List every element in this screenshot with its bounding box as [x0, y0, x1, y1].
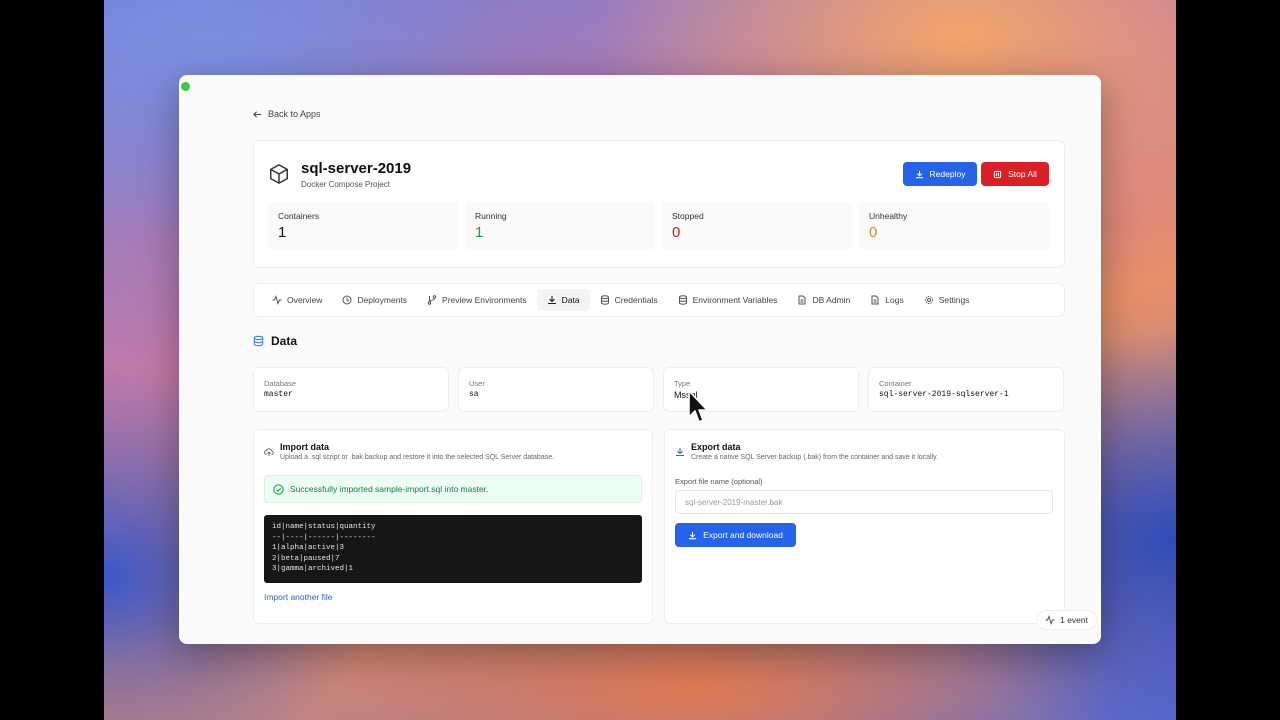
upload-cloud-icon: [264, 448, 274, 456]
database-icon: [600, 295, 609, 305]
project-header-card: sql-server-2019 Docker Compose Project R…: [253, 140, 1065, 268]
query-output: id|name|status|quantity --|----|------|-…: [264, 515, 642, 583]
stat-value: 0: [672, 224, 681, 241]
export-download-button[interactable]: Export and download: [675, 523, 796, 547]
check-circle-icon: [273, 483, 284, 495]
tab-label: Credentials: [614, 295, 658, 305]
info-value: master: [264, 390, 293, 399]
section-title-label: Data: [271, 334, 298, 348]
clock-icon: [342, 295, 352, 305]
export-button-label: Export and download: [703, 530, 783, 540]
git-branch-icon: [427, 295, 437, 305]
tab-label: Deployments: [357, 295, 408, 305]
download-icon: [915, 170, 923, 178]
tab-deployments[interactable]: Deployments: [332, 289, 417, 311]
tab-label: Preview Environments: [442, 295, 527, 305]
stop-all-button[interactable]: Stop All: [981, 162, 1049, 186]
file-icon: [871, 295, 879, 305]
stat-stopped: Stopped 0: [662, 202, 852, 250]
redeploy-label: Redeploy: [929, 169, 966, 179]
events-badge[interactable]: 1 event: [1036, 610, 1097, 630]
tab-label: Data: [561, 295, 580, 305]
stat-unhealthy: Unhealthy 0: [859, 202, 1049, 250]
info-value: sa: [469, 390, 479, 399]
window-status-dot[interactable]: [181, 82, 190, 91]
info-label: Container: [879, 379, 912, 388]
stat-running: Running 1: [465, 202, 655, 250]
import-another-link[interactable]: Import another file: [264, 592, 333, 602]
tab-label: Overview: [287, 295, 323, 305]
info-user: User sa: [458, 367, 654, 412]
export-panel: Export data Create a native SQL Server b…: [664, 429, 1065, 624]
tab-settings[interactable]: Settings: [914, 289, 980, 311]
back-link-label: Back to Apps: [268, 109, 321, 119]
export-description: Create a native SQL Server backup (.bak)…: [691, 454, 939, 461]
activity-icon: [272, 295, 282, 305]
import-title: Import data: [280, 442, 330, 452]
tab-label: Settings: [938, 295, 970, 305]
import-description: Upload a .sql script or .bak backup and …: [280, 454, 555, 461]
package-icon: [270, 164, 288, 184]
stat-value: 0: [869, 224, 878, 241]
tab-preview-environments[interactable]: Preview Environments: [417, 289, 537, 311]
success-message: Successfully imported sample-import.sql …: [290, 484, 489, 494]
back-link[interactable]: Back to Apps: [253, 109, 321, 119]
data-section-title: Data: [253, 334, 297, 348]
info-label: Type: [674, 379, 691, 388]
gear-icon: [924, 296, 933, 304]
tab-bar: Overview Deployments Preview Environment…: [253, 283, 1065, 317]
stop-icon: [993, 170, 1002, 178]
tab-label: DB Admin: [812, 295, 851, 305]
stat-label: Containers: [278, 211, 320, 221]
tab-db-admin[interactable]: DB Admin: [787, 289, 860, 311]
app-window: Back to Apps sql-server-2019 Docker Comp…: [179, 75, 1101, 644]
export-title: Export data: [691, 442, 741, 452]
stat-label: Running: [475, 211, 507, 221]
stat-value: 1: [278, 224, 287, 241]
mouse-cursor-icon: [688, 390, 708, 423]
tab-environment-variables[interactable]: Environment Variables: [668, 289, 788, 311]
info-database: Database master: [253, 367, 449, 412]
export-filename-input[interactable]: sql-server-2019-master.bak: [675, 490, 1053, 514]
tab-data[interactable]: Data: [536, 289, 590, 311]
stat-containers: Containers 1: [268, 202, 458, 250]
download-icon: [547, 296, 556, 305]
stop-all-label: Stop All: [1008, 169, 1037, 179]
info-value: sql-server-2019-sqlserver-1: [879, 390, 1009, 399]
export-filename-label: Export file name (optional): [675, 477, 763, 486]
tab-label: Environment Variables: [692, 295, 778, 305]
activity-icon: [1045, 615, 1055, 625]
tab-overview[interactable]: Overview: [262, 289, 332, 311]
success-alert: Successfully imported sample-import.sql …: [264, 475, 642, 503]
info-label: User: [469, 379, 485, 388]
database-icon: [678, 295, 687, 305]
tab-label: Logs: [885, 295, 904, 305]
redeploy-button[interactable]: Redeploy: [903, 162, 977, 186]
tab-logs[interactable]: Logs: [860, 289, 913, 311]
project-subtitle: Docker Compose Project: [301, 180, 390, 189]
arrow-left-icon: [253, 110, 262, 118]
project-title: sql-server-2019: [301, 160, 412, 177]
stat-label: Unhealthy: [869, 211, 908, 221]
info-label: Database: [264, 379, 297, 388]
database-icon: [253, 335, 264, 347]
file-icon: [798, 295, 806, 305]
download-icon: [676, 448, 684, 456]
download-icon: [688, 531, 697, 539]
tab-credentials[interactable]: Credentials: [590, 289, 668, 311]
events-label: 1 event: [1060, 615, 1088, 625]
info-container: Container sql-server-2019-sqlserver-1: [868, 367, 1064, 412]
import-panel: Import data Upload a .sql script or .bak…: [253, 429, 653, 624]
stat-label: Stopped: [672, 211, 704, 221]
stat-value: 1: [475, 224, 484, 241]
